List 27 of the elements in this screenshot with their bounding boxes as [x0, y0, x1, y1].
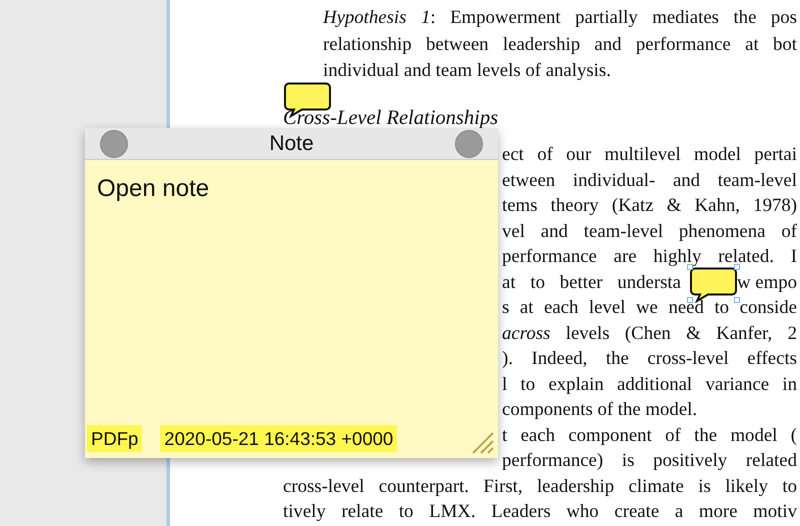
note-date: 2020-05-21 16:43:53 +0000 [160, 425, 398, 452]
note-text[interactable]: Open note [97, 175, 210, 203]
close-button[interactable] [100, 130, 128, 158]
text-line: w empo [737, 276, 797, 290]
text-line: etween individual- and team-level [502, 174, 797, 188]
text-line: t each component of the model ( [502, 428, 797, 443]
text-line: s at each level we need to conside [502, 301, 797, 316]
text-line: ). Indeed, the cross-level effects [502, 352, 797, 366]
text-line: relationship between leadership and performance at bot [323, 38, 797, 52]
text-line: l to explain additional variance in [502, 378, 797, 392]
text-line: tively relate to LMX. Leaders who create a more motiv [283, 505, 797, 520]
text-line: components of the model. [502, 403, 698, 418]
text-line: at to better understa [502, 276, 681, 290]
text-line: cross-level counterpart. First, leadership climate is likely to [283, 480, 797, 494]
note-author: PDFp [87, 425, 142, 452]
text-line: ect of our multilevel model pertai [502, 148, 797, 162]
note-title: Note [269, 132, 314, 156]
resize-grip-icon[interactable] [472, 432, 494, 454]
text-line: tems theory (Katz & Kahn, 1978) [502, 199, 797, 214]
zoom-button[interactable] [454, 130, 483, 158]
section-heading: Cross-Level Relationships [283, 111, 500, 126]
text-line: performance are highly related. I [502, 250, 797, 264]
text-line: Hypothesis 1: Empowerment partially mediates the pos [323, 11, 797, 25]
text-line: individual and team levels of analysis. [323, 64, 612, 78]
text-line: performance) is positively related [502, 454, 797, 468]
text-line: vel and team-level phenomena of [502, 224, 797, 239]
text-line: across levels (Chen & Kanfer, 2 [502, 326, 797, 341]
